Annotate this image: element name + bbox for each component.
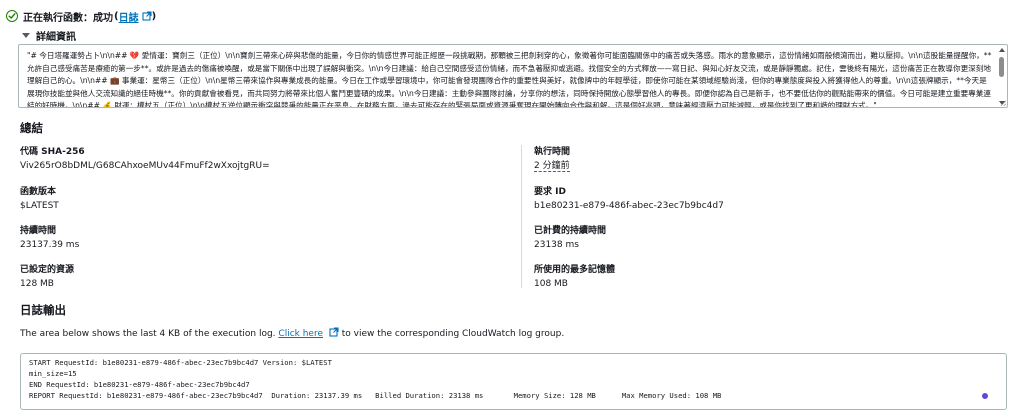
code-sha-field: 代碼 SHA-256 Viv265rO8bDML/G68CAhxoeMUv44F…	[20, 146, 270, 172]
log-line: START RequestId: b1e80231-e879-486f-abec…	[29, 358, 332, 367]
log-line: END RequestId: b1e80231-e879-486f-abec-2…	[29, 380, 250, 389]
billed-duration-field: 已計費的持續時間 23138 ms	[534, 225, 606, 251]
log-line: REPORT RequestId: b1e80231-e879-486f-abe…	[29, 391, 722, 400]
billed-duration-label: 已計費的持續時間	[534, 226, 607, 236]
request-id-label: 要求 ID	[534, 187, 566, 197]
external-link-icon[interactable]	[142, 11, 152, 21]
log-output-title: 日誌輸出	[20, 303, 66, 317]
resources-value: 128 MB	[20, 279, 54, 289]
code-sha-label: 代碼 SHA-256	[20, 147, 85, 157]
log-description: The area below shows the last 4 KB of th…	[20, 327, 564, 339]
duration-value: 23137.39 ms	[20, 240, 80, 250]
log-desc-suffix: to view the corresponding CloudWatch log…	[341, 329, 565, 339]
success-check-icon	[6, 10, 18, 22]
details-output-textarea[interactable]: "# 今日塔羅運勢占卜\n\n## 💔 愛情運：寶劍三（正位）\n\n寶劍三帶來…	[18, 44, 1008, 108]
resources-field: 已設定的資源 128 MB	[20, 264, 74, 290]
exec-time-field: 執行時間 2 分鐘前	[534, 146, 570, 172]
version-label: 函數版本	[20, 187, 57, 197]
caret-down-icon	[22, 33, 30, 38]
resize-handle-icon[interactable]	[1000, 100, 1006, 106]
details-output-text: "# 今日塔羅運勢占卜\n\n## 💔 愛情運：寶劍三（正位）\n\n寶劍三帶來…	[27, 51, 992, 108]
resources-label: 已設定的資源	[20, 265, 75, 275]
log-line: min_size=15	[29, 369, 77, 378]
max-memory-field: 所使用的最多記憶體 108 MB	[534, 264, 615, 290]
duration-field: 持續時間 23137.39 ms	[20, 225, 79, 251]
exec-time-value[interactable]: 2 分鐘前	[534, 161, 570, 172]
summary-divider	[521, 145, 522, 288]
cloudwatch-link[interactable]: Click here	[278, 329, 323, 339]
execution-status: 正在執行函數：成功 ( 日誌 )	[6, 9, 157, 24]
external-link-icon[interactable]	[329, 327, 339, 337]
version-value: $LATEST	[20, 201, 59, 211]
scroll-thumb[interactable]	[999, 57, 1004, 77]
logs-link[interactable]: 日誌	[119, 9, 139, 24]
details-label: 詳細資訊	[36, 32, 76, 43]
version-field: 函數版本 $LATEST	[20, 186, 59, 212]
status-title: 正在執行函數：成功	[23, 12, 113, 24]
request-id-field: 要求 ID b1e80231-e879-486f-abec-23ec7b9bc4…	[534, 186, 724, 212]
details-scrollbar[interactable]	[997, 46, 1006, 107]
details-expander[interactable]: 詳細資訊	[22, 28, 76, 43]
exec-time-label: 執行時間	[534, 147, 571, 157]
summary-title: 總結	[20, 121, 43, 135]
billed-duration-value: 23138 ms	[534, 240, 579, 250]
max-memory-label: 所使用的最多記憶體	[534, 265, 616, 275]
request-id-value: b1e80231-e879-486f-abec-23ec7b9bc4d7	[534, 201, 724, 211]
code-sha-value: Viv265rO8bDML/G68CAhxoeMUv44FmuFf2wXxojt…	[20, 161, 270, 171]
log-desc-prefix: The area below shows the last 4 KB of th…	[20, 329, 276, 339]
status-dot-icon	[982, 393, 988, 399]
log-output-box[interactable]: START RequestId: b1e80231-e879-486f-abec…	[20, 353, 1007, 410]
paren-close: )	[151, 10, 157, 22]
max-memory-value: 108 MB	[534, 279, 568, 289]
scroll-up-icon[interactable]	[999, 48, 1005, 52]
execution-result-panel: 正在執行函數：成功 ( 日誌 ) 詳細資訊 "# 今日塔羅運勢占卜\n\n## …	[0, 0, 1024, 420]
duration-label: 持續時間	[20, 226, 57, 236]
